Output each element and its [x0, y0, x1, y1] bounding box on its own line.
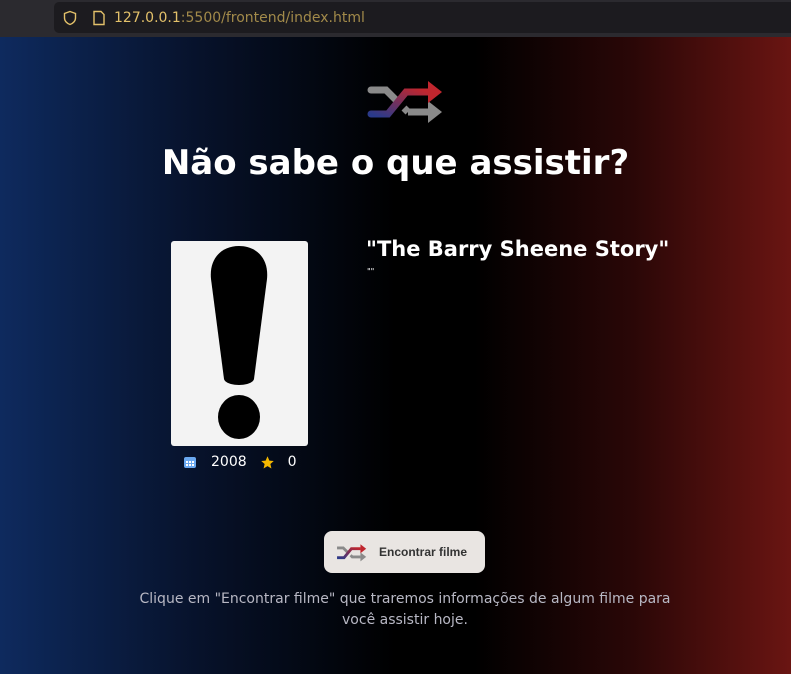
shuffle-icon	[337, 544, 367, 562]
page-icon	[93, 10, 105, 25]
movie-overview: ""	[367, 267, 375, 276]
shield-icon	[63, 10, 77, 25]
page: Não sabe o que assistir? 2008 0 "The Bar…	[0, 37, 791, 674]
browser-toolbar: 127.0.0.1:5500/frontend/index.html	[0, 0, 791, 37]
movie-title: "The Barry Sheene Story"	[366, 237, 670, 261]
url-text[interactable]: 127.0.0.1:5500/frontend/index.html	[114, 10, 365, 26]
calendar-icon	[184, 457, 196, 468]
movie-meta: 2008 0	[183, 454, 297, 470]
address-bar[interactable]: 127.0.0.1:5500/frontend/index.html	[54, 2, 791, 33]
movie-rating: 0	[287, 454, 297, 470]
find-movie-label: Encontrar filme	[379, 545, 468, 559]
hint-text: Clique em "Encontrar filme" que traremos…	[139, 591, 671, 628]
exclamation-icon	[210, 246, 268, 439]
page-title: Não sabe o que assistir?	[161, 143, 630, 183]
movie-poster	[171, 241, 308, 446]
shuffle-logo-icon	[367, 81, 442, 123]
movie-year: 2008	[211, 454, 247, 470]
find-movie-button[interactable]: Encontrar filme	[324, 531, 485, 573]
star-icon	[260, 455, 274, 468]
